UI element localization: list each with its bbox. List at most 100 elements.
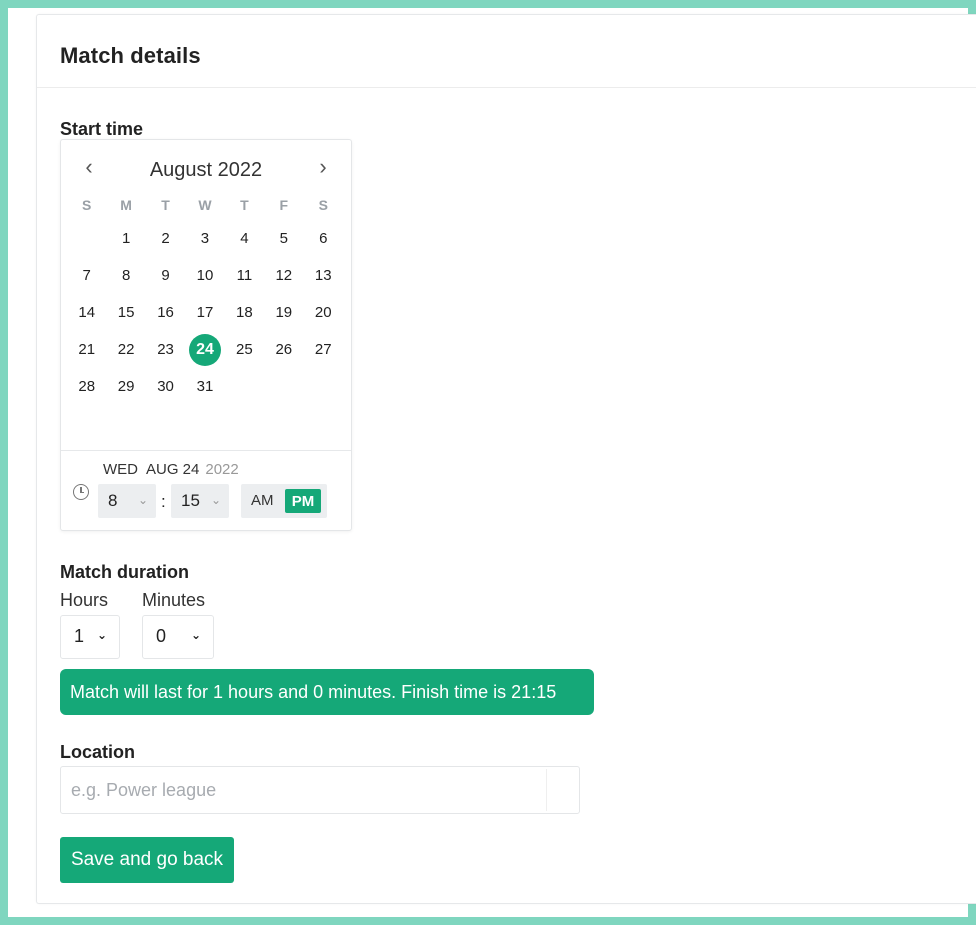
calendar-week-row: 28 29 30 31 [67,368,343,405]
calendar-day-number: 4 [240,230,249,247]
save-button[interactable]: Save and go back [60,837,234,883]
calendar-day[interactable]: 29 [106,368,145,405]
calendar-day[interactable]: 2 [146,220,185,257]
weekday-label: F [279,197,289,213]
weekday-label: M [120,197,132,213]
calendar-day-number: 17 [196,304,214,321]
hours-value: 1 [74,626,85,646]
calendar-day[interactable]: 27 [304,331,343,368]
weekday-label: S [82,197,92,213]
match-duration-label: Match duration [60,562,189,582]
hour-select[interactable]: 8 ⌄ [98,484,156,518]
app-frame: Match details Start time ‹ August 2022 ›… [8,8,976,917]
pm-button[interactable]: PM [285,489,321,513]
calendar-day-number: 18 [236,304,253,321]
calendar-day-number: 11 [236,267,253,284]
page-title: Match details [60,43,201,68]
calendar-day[interactable]: 31 [185,368,224,405]
chevron-down-icon: ⌄ [137,493,148,507]
calendar-day-number: 3 [200,230,210,247]
calendar-day-number: 9 [161,267,170,284]
clock-icon [73,484,89,500]
calendar-day[interactable]: 12 [264,257,303,294]
calendar-day[interactable]: 9 [146,257,185,294]
calendar-day[interactable]: 7 [67,257,106,294]
selected-weekday: WED [103,461,138,478]
calendar-week-row: 7 8 9 10 11 12 13 [67,257,343,294]
calendar-day[interactable]: 28 [67,368,106,405]
calendar-day-number: 22 [117,341,135,358]
calendar-day-number: 21 [78,341,96,358]
start-time-label: Start time [60,119,144,139]
calendar-day[interactable]: 16 [146,294,185,331]
calendar-grid: SMTWTFS 1 2 3 4 5 6 7 8 9 10 11 12 13 14 15 16 17 18 19 20 2… [67,192,343,405]
calendar-day[interactable]: 8 [106,257,145,294]
time-separator: : [161,492,166,511]
calendar-empty-cell [264,368,303,405]
calendar-day-number: 20 [314,304,332,321]
calendar-day-number: 31 [196,378,214,395]
calendar-day-number: 15 [117,304,135,321]
calendar-month-label: August 2022 [149,159,263,181]
am-button[interactable]: AM [251,492,274,509]
calendar-day-selected[interactable]: 24 [185,331,224,368]
calendar-day[interactable]: 14 [67,294,106,331]
minutes-select[interactable]: 0 ⌄ [142,615,214,659]
calendar-day-number: 27 [314,341,332,358]
calendar-day[interactable]: 10 [185,257,224,294]
calendar-week-row: 21 22 23 24 25 26 27 [67,331,343,368]
calendar-day-number: 14 [78,304,96,321]
calendar-day[interactable]: 23 [146,331,185,368]
calendar-empty-cell [225,368,264,405]
calendar-week-row: 14 15 16 17 18 19 20 [67,294,343,331]
chevron-right-icon[interactable]: › [311,156,335,180]
calendar-day[interactable]: 17 [185,294,224,331]
calendar-day[interactable]: 19 [264,294,303,331]
calendar-day[interactable]: 11 [225,257,264,294]
selected-date-display: WED AUG 24 2022 [103,461,239,478]
calendar-week-row: 1 2 3 4 5 6 [67,220,343,257]
calendar-day-number: 19 [275,304,293,321]
calendar-day[interactable]: 4 [225,220,264,257]
minute-select[interactable]: 15 ⌄ [171,484,229,518]
chevron-down-icon: ⌄ [190,628,201,642]
am-pm-toggle: AM PM [241,484,327,518]
calendar-day-number: 8 [121,267,131,284]
minutes-label: Minutes [142,590,206,610]
calendar-day[interactable]: 22 [106,331,145,368]
selected-month-day: AUG 24 [146,461,200,478]
calendar-day[interactable]: 20 [304,294,343,331]
calendar-day[interactable]: 15 [106,294,145,331]
calendar-day-number: 28 [78,378,96,395]
calendar-day-number: 29 [117,378,135,395]
calendar-divider [61,450,351,451]
calendar-day-number: 23 [157,341,174,358]
calendar-day[interactable]: 25 [225,331,264,368]
duration-summary-banner: Match will last for 1 hours and 0 minute… [60,669,594,715]
calendar-day-number: 25 [236,341,253,358]
calendar-day-number: 24 [188,333,221,366]
location-label: Location [60,742,135,762]
chevron-down-icon: ⌄ [210,493,221,507]
location-input[interactable]: e.g. Power league [60,766,580,814]
match-details-card: Match details Start time ‹ August 2022 ›… [36,14,976,904]
weekday-header: SMTWTFS [67,192,343,218]
minutes-value: 0 [156,626,167,646]
calendar-day-number: 10 [196,267,214,284]
minute-value: 15 [181,491,200,510]
calendar-day-number: 6 [319,230,328,247]
location-placeholder: e.g. Power league [71,780,217,800]
calendar-day[interactable]: 30 [146,368,185,405]
calendar-day[interactable]: 13 [304,257,343,294]
calendar-day-number: 1 [121,230,131,247]
hours-select[interactable]: 1 ⌄ [60,615,120,659]
calendar-day[interactable]: 18 [225,294,264,331]
calendar-day[interactable]: 21 [67,331,106,368]
calendar-day[interactable]: 26 [264,331,303,368]
calendar-day-number: 7 [82,267,91,284]
calendar-day[interactable]: 1 [106,220,145,257]
calendar-day[interactable]: 6 [304,220,343,257]
hours-label: Hours [60,590,109,610]
calendar-day[interactable]: 3 [185,220,224,257]
calendar-day[interactable]: 5 [264,220,303,257]
